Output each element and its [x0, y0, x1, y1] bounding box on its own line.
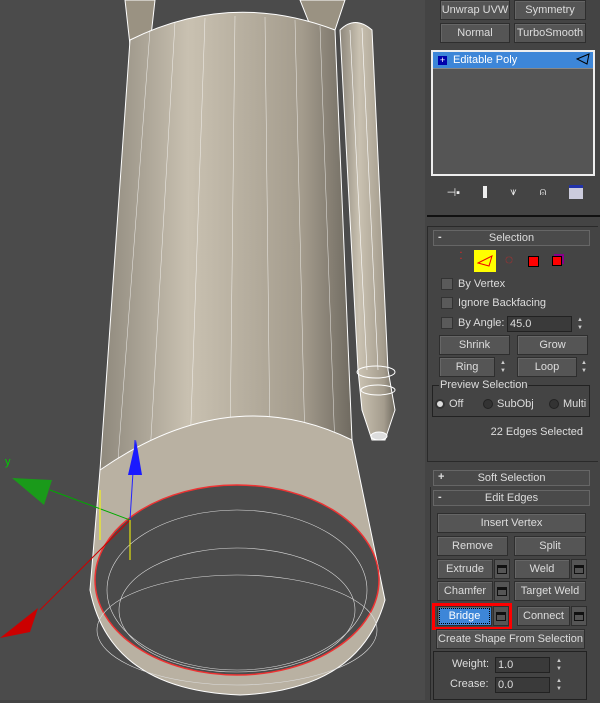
remove-button[interactable]: Remove [437, 536, 508, 556]
crease-label: Crease: [450, 678, 489, 690]
modifier-button-symmetry[interactable]: Symmetry [514, 0, 586, 20]
crease-spinner[interactable]: ▲ ▼ [554, 675, 564, 695]
weld-button[interactable]: Weld [514, 559, 570, 579]
bridge-settings-button[interactable] [493, 606, 509, 626]
axis-label-y: y [5, 456, 11, 468]
modifier-button-normal[interactable]: Normal [440, 23, 510, 43]
by-angle-checkbox[interactable]: By Angle: [441, 317, 504, 329]
divider [427, 215, 600, 217]
crease-input[interactable]: 0.0 [495, 677, 550, 693]
selection-status: 22 Edges Selected [490, 426, 583, 438]
rollout-edit-edges-header[interactable]: - Edit Edges [433, 490, 590, 506]
ignore-backfacing-checkbox[interactable]: Ignore Backfacing [441, 297, 546, 309]
border-mode-icon[interactable]: ◌ [498, 251, 520, 271]
stack-item-label: Editable Poly [453, 54, 518, 66]
edge-mode-icon[interactable] [474, 250, 496, 272]
stack-item-editable-poly[interactable]: + Editable Poly [433, 52, 593, 69]
chamfer-button[interactable]: Chamfer [437, 581, 493, 601]
command-panel: Unwrap UVW Symmetry Normal TurboSmooth +… [425, 0, 600, 700]
preview-selection-group: Preview Selection Off SubObj Multi [432, 379, 590, 417]
rollout-title: Selection [488, 232, 535, 244]
ring-spinner[interactable]: ▲ ▼ [498, 357, 508, 377]
split-button[interactable]: Split [514, 536, 586, 556]
settings-icon [496, 611, 506, 621]
settings-icon [574, 611, 584, 621]
rollout-selection-header[interactable]: - Selection [433, 230, 590, 246]
grow-button[interactable]: Grow [517, 335, 588, 355]
preview-off-radio[interactable]: Off [435, 398, 463, 410]
angle-input[interactable]: 45.0 [507, 316, 572, 332]
vertex-mode-icon[interactable]: ⁚ [450, 251, 472, 271]
model-wireframe: y [0, 0, 396, 696]
chamfer-settings-button[interactable] [494, 581, 510, 601]
settings-icon [497, 586, 507, 596]
target-weld-button[interactable]: Target Weld [514, 581, 586, 601]
loop-spinner[interactable]: ▲ ▼ [579, 357, 589, 377]
rollout-title: Edit Edges [484, 492, 539, 504]
extrude-settings-button[interactable] [494, 559, 510, 579]
create-shape-button[interactable]: Create Shape From Selection [436, 629, 585, 649]
show-end-result-icon[interactable] [483, 186, 488, 198]
by-vertex-checkbox[interactable]: By Vertex [441, 278, 505, 290]
rollout-soft-selection-header[interactable]: + Soft Selection [433, 470, 590, 486]
polygon-mode-icon[interactable] [522, 251, 544, 271]
settings-icon [497, 564, 507, 574]
preview-subobj-radio[interactable]: SubObj [483, 398, 534, 410]
connect-settings-button[interactable] [571, 606, 587, 626]
weight-label: Weight: [452, 658, 490, 670]
ring-button[interactable]: Ring [439, 357, 495, 377]
configure-modifier-sets-icon[interactable] [569, 185, 584, 199]
weight-spinner[interactable]: ▲ ▼ [554, 655, 564, 675]
weld-settings-button[interactable] [571, 559, 587, 579]
modifier-stack[interactable]: + Editable Poly [431, 50, 595, 176]
modifier-button-turbosmooth[interactable]: TurboSmooth [514, 23, 586, 43]
remove-modifier-icon[interactable]: ⍝ [540, 186, 547, 199]
extrude-button[interactable]: Extrude [437, 559, 493, 579]
modifier-button-unwrap-uvw[interactable]: Unwrap UVW [440, 0, 510, 20]
shrink-button[interactable]: Shrink [439, 335, 510, 355]
make-unique-icon[interactable]: ⩛ [510, 186, 516, 199]
expand-icon[interactable]: + [438, 55, 447, 65]
preview-multi-radio[interactable]: Multi [549, 398, 586, 410]
weight-input[interactable]: 1.0 [495, 657, 550, 673]
insert-vertex-button[interactable]: Insert Vertex [437, 513, 586, 533]
pin-stack-icon[interactable]: ⊣▪ [447, 186, 460, 199]
element-mode-icon[interactable] [546, 251, 568, 271]
angle-spinner[interactable]: ▲ ▼ [575, 314, 585, 334]
loop-button[interactable]: Loop [517, 357, 577, 377]
edge-mode-icon [575, 53, 590, 68]
viewport-perspective[interactable]: y [0, 0, 425, 700]
settings-icon [574, 564, 584, 574]
connect-button[interactable]: Connect [517, 606, 570, 626]
bridge-button[interactable]: Bridge [437, 606, 492, 626]
rollout-title: Soft Selection [477, 472, 546, 484]
